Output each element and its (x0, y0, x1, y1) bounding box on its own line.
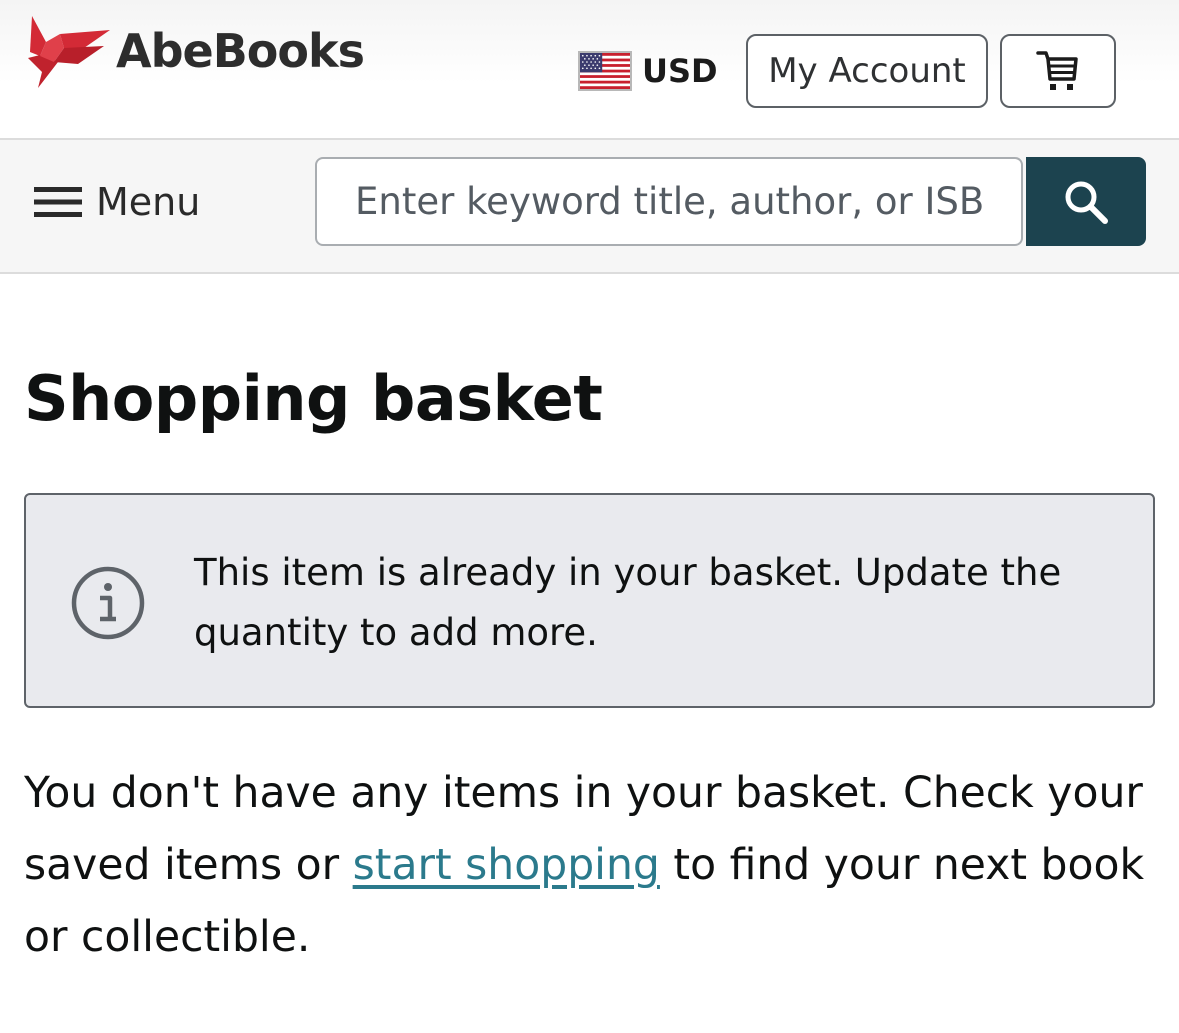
alert-message: This item is already in your basket. Upd… (194, 551, 1062, 654)
info-alert: This item is already in your basket. Upd… (24, 493, 1155, 708)
cart-icon (1036, 51, 1078, 90)
abebooks-bird-logo-icon (28, 16, 110, 88)
top-header: AbeBooks USD My Account (0, 0, 1179, 140)
cart-button[interactable] (1000, 34, 1116, 108)
abebooks-logo[interactable]: AbeBooks (24, 12, 365, 90)
search-input[interactable] (315, 157, 1023, 246)
my-account-button[interactable]: My Account (746, 34, 988, 108)
menu-button[interactable]: Menu (34, 178, 200, 226)
currency-label: USD (642, 52, 718, 90)
search-icon (1065, 181, 1108, 224)
hamburger-icon (34, 187, 82, 217)
search-button[interactable] (1026, 157, 1146, 246)
start-shopping-link[interactable]: start shopping (353, 841, 660, 890)
info-icon (71, 566, 145, 640)
page-title: Shopping basket (24, 362, 603, 435)
logo-text: AbeBooks (116, 24, 365, 78)
us-flag-icon (578, 51, 632, 91)
search-bar: Menu (0, 140, 1179, 274)
empty-basket-message: You don't have any items in your basket.… (24, 758, 1169, 974)
menu-label: Menu (96, 180, 201, 224)
currency-selector[interactable]: USD (578, 48, 718, 94)
